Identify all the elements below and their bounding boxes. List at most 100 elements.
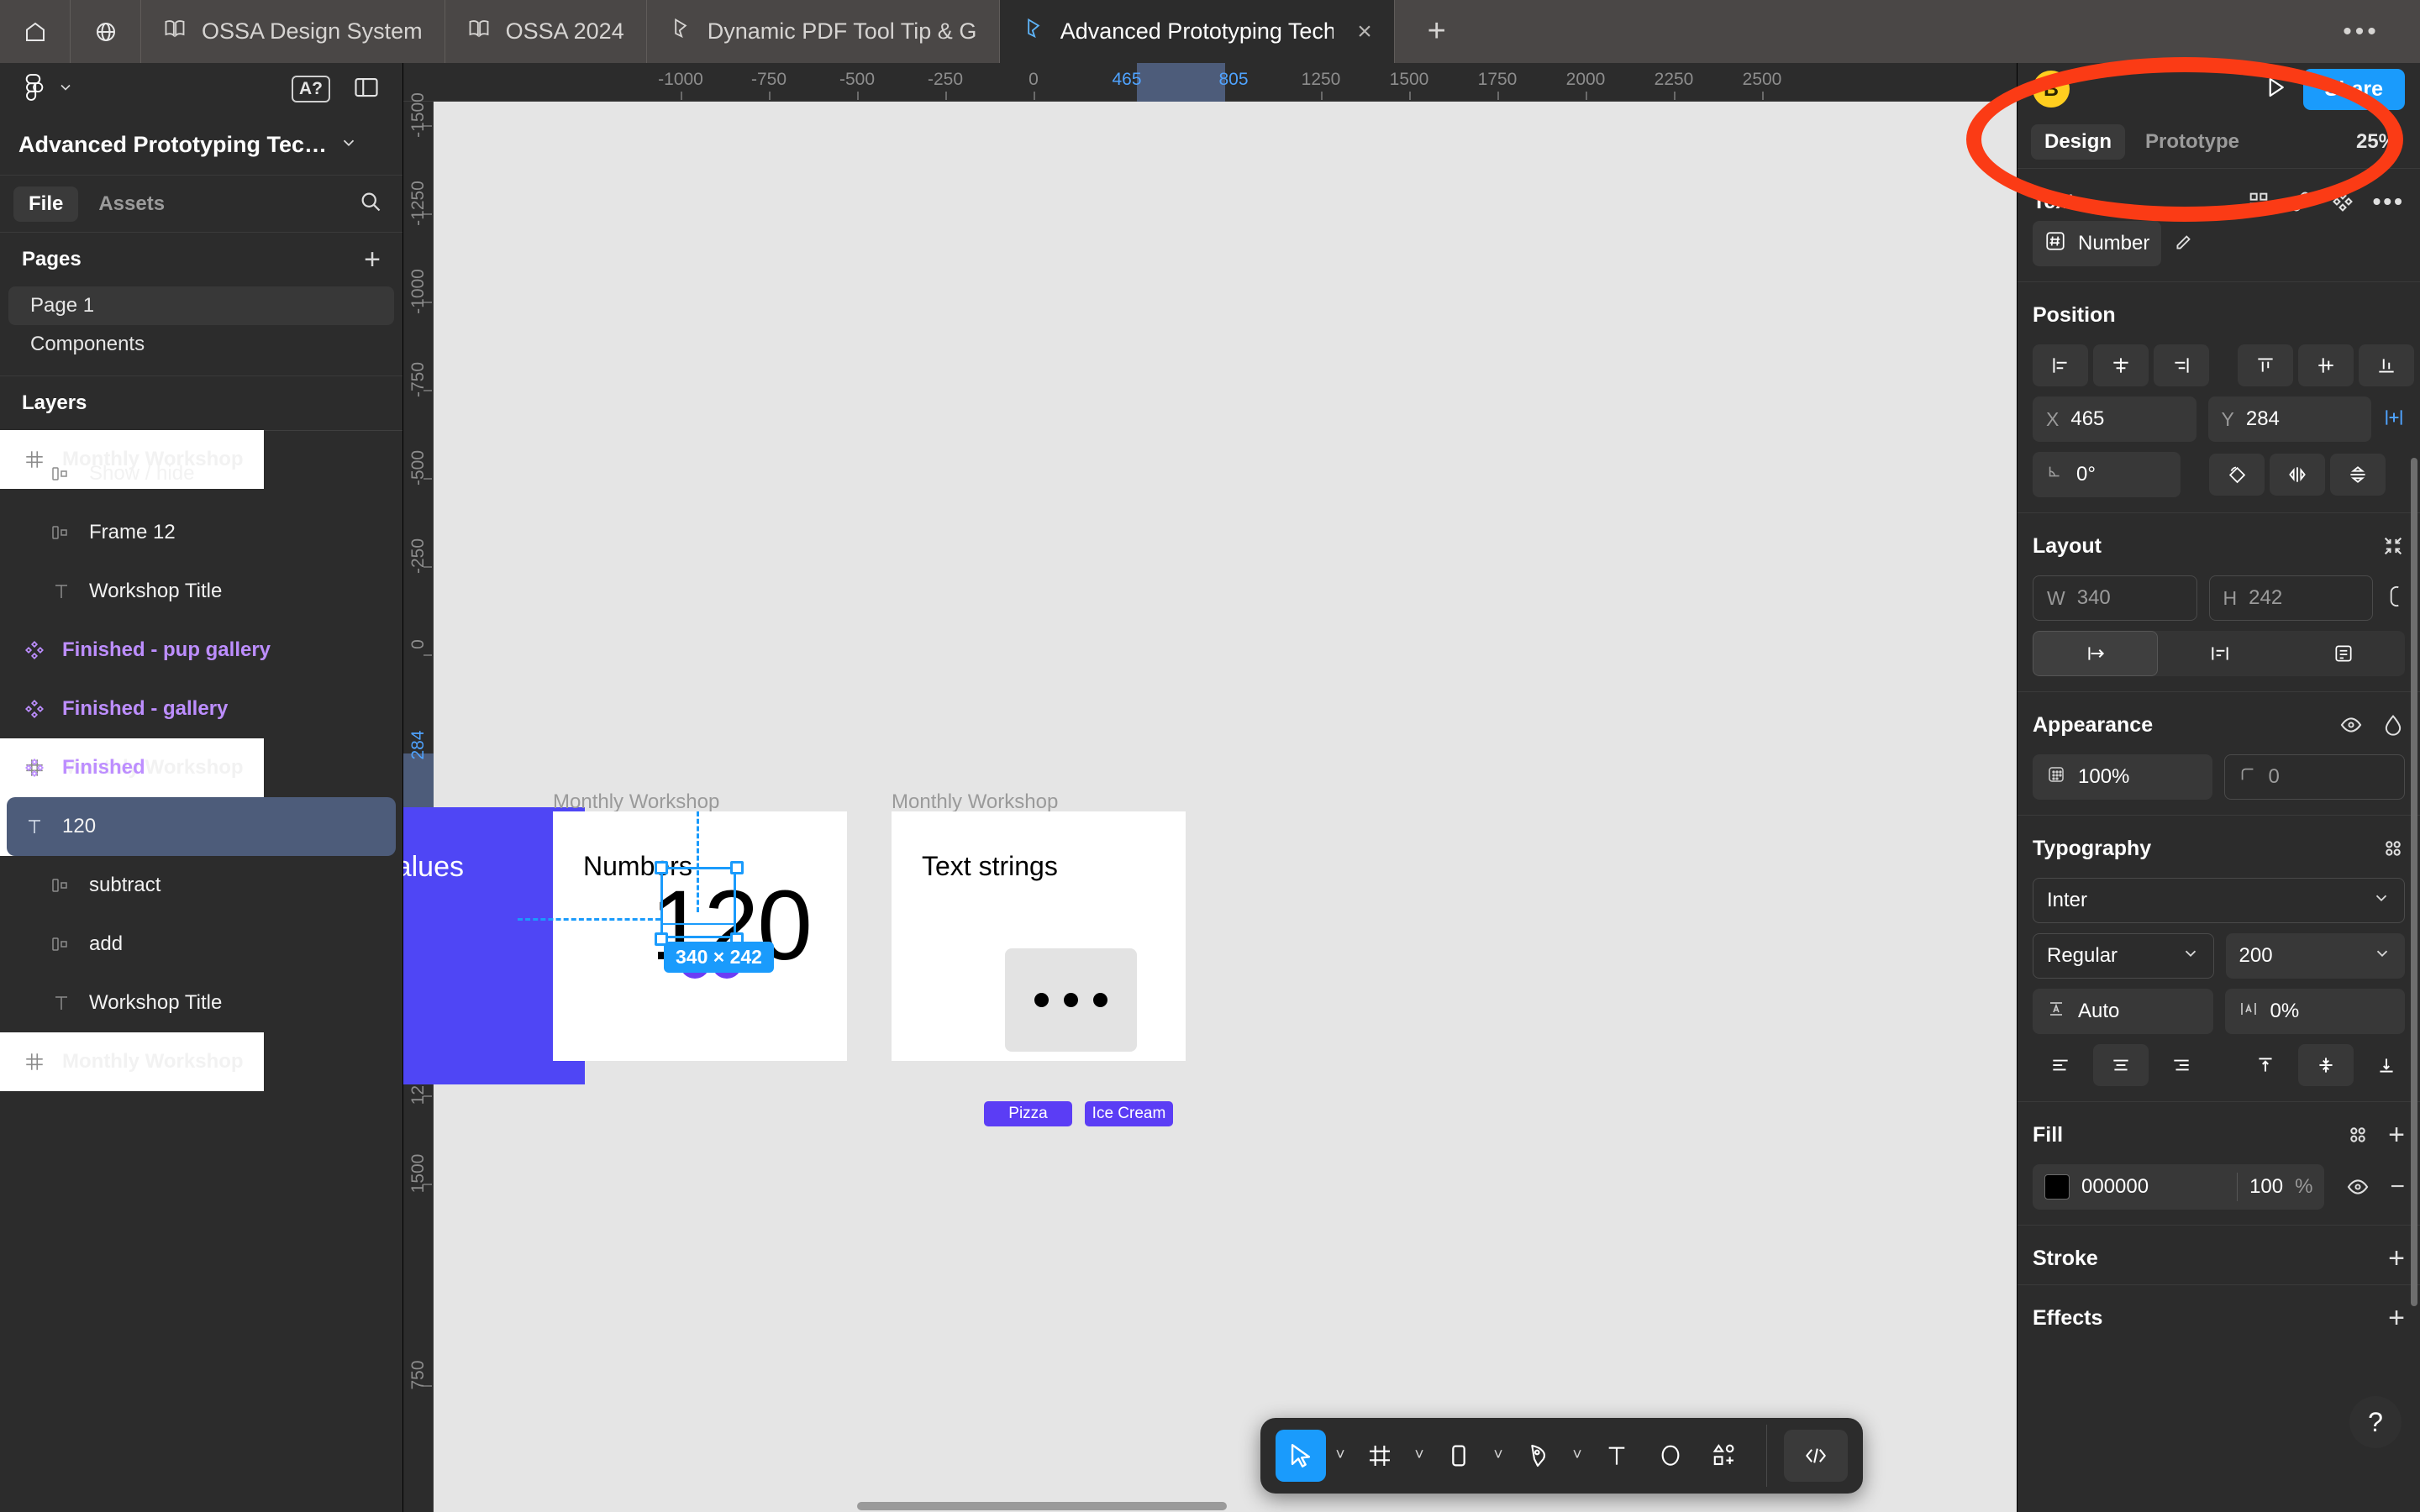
zoom-level[interactable]: 25% (2356, 130, 2407, 154)
flip-horizontal-icon[interactable] (2270, 454, 2325, 496)
layer-row[interactable]: Finished - gallery (0, 680, 402, 738)
fill-color-field[interactable]: 000000 100 % (2033, 1164, 2325, 1210)
button-pizza[interactable]: Pizza (984, 1101, 1072, 1126)
browser-tab-advanced-prototyping[interactable]: Advanced Prototyping Technique × (999, 0, 1395, 63)
page-item-components[interactable]: Components (8, 325, 394, 364)
layer-row[interactable]: add (0, 915, 402, 974)
flip-vertical-icon[interactable] (2330, 454, 2386, 496)
font-weight-select[interactable]: Regular (2033, 933, 2214, 979)
horizontal-resize-icon[interactable] (2033, 631, 2158, 676)
eye-icon[interactable] (2346, 1175, 2370, 1199)
layer-row[interactable]: Finished (0, 738, 402, 797)
comment-tool[interactable] (1645, 1430, 1696, 1482)
frame3-title[interactable]: Monthly Workshop (892, 790, 1058, 814)
pen-tool[interactable] (1512, 1430, 1563, 1482)
align-vertical-center-icon[interactable] (2298, 344, 2354, 386)
browser-tab-dynamic-pdf[interactable]: Dynamic PDF Tool Tip & Guide (647, 0, 1000, 63)
remove-fill-button[interactable]: − (2390, 1174, 2405, 1200)
styles-icon[interactable] (2346, 1123, 2370, 1147)
figma-menu-button[interactable] (24, 73, 74, 106)
chevron-down-icon[interactable] (339, 134, 358, 156)
collapse-icon[interactable] (2381, 534, 2405, 558)
line-height-field[interactable]: Auto (2033, 989, 2213, 1034)
tab-file[interactable]: File (13, 186, 79, 222)
selection-bounding-box[interactable] (660, 867, 736, 938)
add-stroke-button[interactable]: + (2388, 1244, 2405, 1273)
font-family-select[interactable]: Inter (2033, 878, 2405, 923)
tab-design[interactable]: Design (2031, 123, 2126, 160)
chevron-down-icon[interactable] (2373, 944, 2391, 969)
close-icon[interactable]: × (1357, 18, 1372, 45)
height-field[interactable]: H 242 (2208, 575, 2373, 621)
chevron-down-icon[interactable]: ˅ (1566, 1446, 1588, 1465)
move-tool[interactable] (1276, 1430, 1326, 1482)
frame-tool[interactable] (1355, 1430, 1405, 1482)
absolute-position-icon[interactable] (2383, 407, 2405, 433)
help-button[interactable]: ? (2349, 1396, 2402, 1448)
accessibility-icon[interactable]: A? (292, 76, 330, 102)
text-align-left-icon[interactable] (2033, 1044, 2088, 1086)
image-placeholder[interactable] (1005, 948, 1137, 1052)
y-field[interactable]: Y 284 (2207, 396, 2371, 442)
add-page-button[interactable]: + (364, 245, 381, 274)
home-icon[interactable] (0, 0, 71, 63)
layer-row[interactable]: subtract (0, 856, 402, 915)
canvas-board[interactable]: Dynamic values Hello World color == #FF7… (403, 102, 2017, 1512)
ellipsis-icon[interactable]: ••• (2373, 188, 2405, 215)
page-item-page-1[interactable]: Page 1 (8, 286, 394, 325)
layer-row[interactable]: Frame 12 (0, 503, 402, 562)
share-button[interactable]: Share (2302, 68, 2405, 110)
x-field[interactable]: X 465 (2033, 396, 2196, 442)
horizontal-ruler[interactable]: -1000 -750 -500 -250 0 465 805 1250 1500 1750 2000… (403, 63, 2017, 102)
tab-prototype[interactable]: Prototype (2132, 124, 2253, 160)
color-swatch[interactable] (2044, 1174, 2070, 1200)
browser-tab-ossa-2024[interactable]: OSSA 2024 (445, 0, 647, 63)
align-right-icon[interactable] (2154, 344, 2209, 386)
chevron-down-icon[interactable]: ˅ (1487, 1446, 1509, 1465)
code-brackets-icon[interactable] (1784, 1430, 1848, 1482)
component-grid-icon[interactable] (2247, 190, 2270, 213)
text-align-center-icon[interactable] (2093, 1044, 2149, 1086)
browser-tab-ossa-design-system[interactable]: OSSA Design System (141, 0, 445, 63)
corner-radius-icon[interactable] (2209, 454, 2265, 496)
text-bottom-icon[interactable] (2359, 1044, 2414, 1086)
lock-ratio-icon[interactable] (2385, 585, 2405, 612)
align-bottom-icon[interactable] (2359, 344, 2414, 386)
component-icon[interactable] (2331, 190, 2354, 213)
resize-handle-tr[interactable] (730, 861, 744, 874)
rotation-field[interactable]: 0° (2033, 452, 2181, 497)
layer-row[interactable]: 120 (7, 797, 396, 856)
button-ice-cream[interactable]: Ice Cream (1085, 1101, 1173, 1126)
globe-icon[interactable] (71, 0, 141, 63)
layer-row[interactable]: Workshop Title (0, 562, 402, 621)
play-icon[interactable] (2263, 75, 2288, 104)
link-icon[interactable] (2289, 190, 2312, 213)
add-fill-button[interactable]: + (2388, 1121, 2405, 1149)
align-top-icon[interactable] (2238, 344, 2293, 386)
width-field[interactable]: W 340 (2033, 575, 2197, 621)
layer-row[interactable]: Workshop Title (0, 974, 402, 1032)
canvas-area[interactable]: -1000 -750 -500 -250 0 465 805 1250 1500 1750 2000… (403, 63, 2017, 1512)
panel-layout-icon[interactable] (354, 76, 379, 102)
frame2-title[interactable]: Monthly Workshop (553, 790, 719, 814)
text-top-icon[interactable] (2238, 1044, 2293, 1086)
avatar[interactable]: B (2033, 71, 2070, 108)
shape-tool[interactable] (1434, 1430, 1484, 1482)
horizontal-scrollbar[interactable] (857, 1502, 1227, 1510)
search-icon[interactable] (359, 190, 389, 218)
opacity-field[interactable]: 100% (2033, 754, 2212, 800)
corner-radius-field[interactable]: 0 (2223, 754, 2405, 800)
tab-assets[interactable]: Assets (83, 186, 180, 222)
hug-contents-icon[interactable] (2158, 631, 2281, 676)
layer-row[interactable]: Monthly Workshop (0, 1032, 264, 1091)
layers-list[interactable]: Monthly Workshop Show / hide Frame 12 Works… (0, 430, 402, 1512)
font-size-field[interactable]: 200 (2225, 933, 2405, 979)
letter-spacing-field[interactable]: 0% (2224, 989, 2405, 1034)
layer-name-field[interactable]: Number (2033, 221, 2162, 266)
resize-handle-tl[interactable] (655, 861, 668, 874)
ellipsis-icon[interactable]: ••• (2302, 0, 2420, 63)
chevron-down-icon[interactable]: ˅ (1329, 1446, 1351, 1465)
edit-icon[interactable] (2173, 231, 2195, 257)
layer-row[interactable]: Finished - pup gallery (0, 621, 402, 680)
text-align-right-icon[interactable] (2154, 1044, 2209, 1086)
